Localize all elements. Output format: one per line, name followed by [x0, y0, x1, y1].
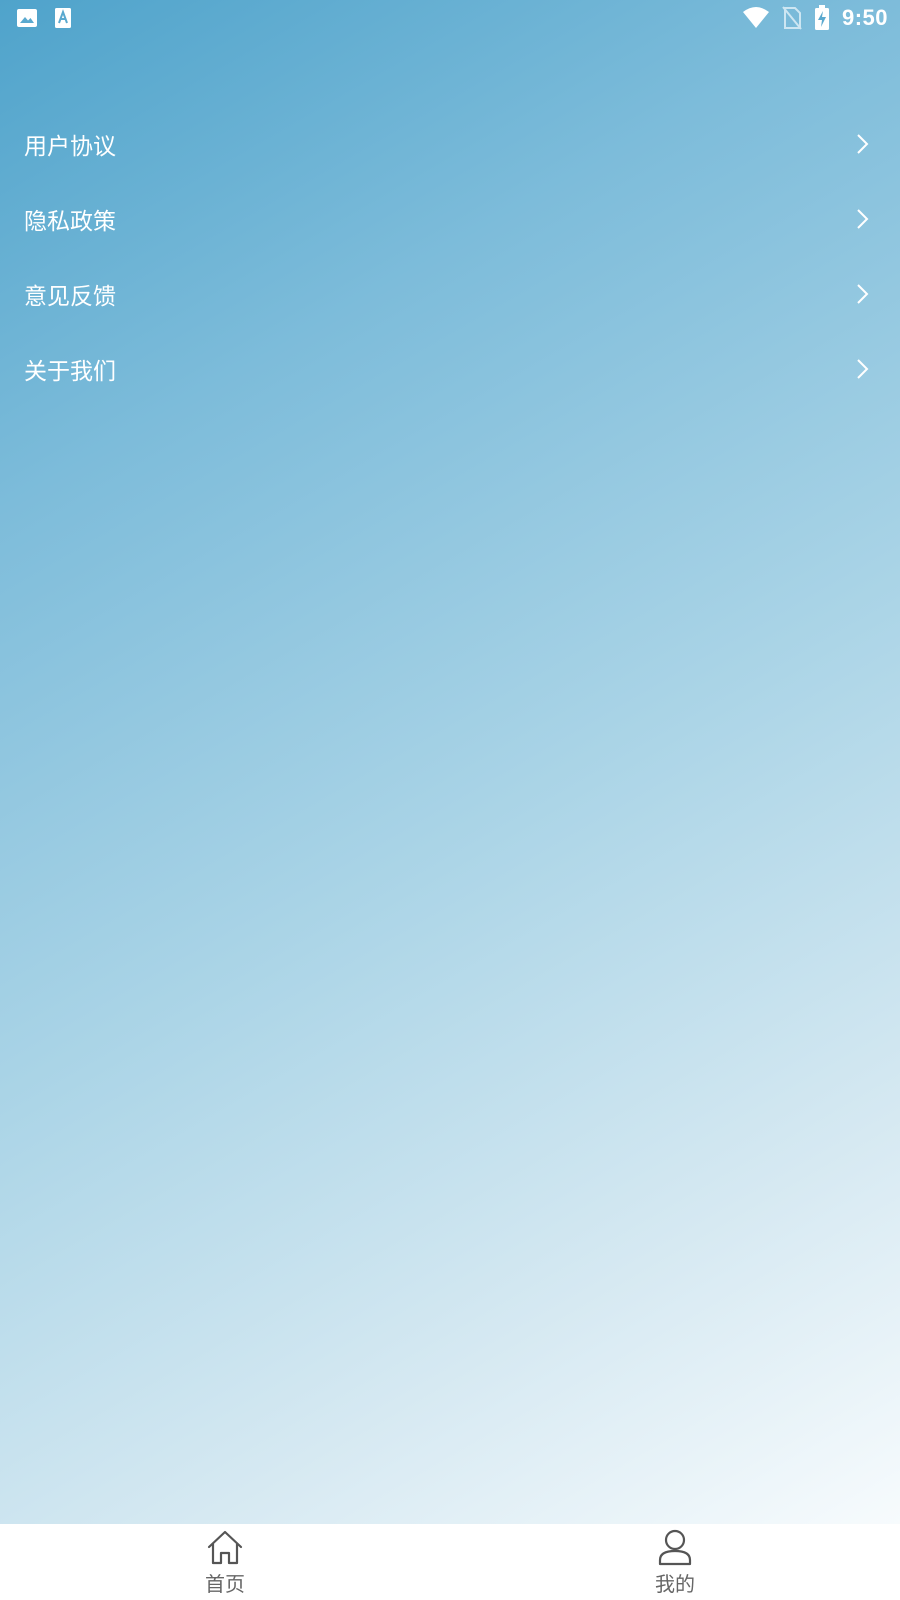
chevron-right-icon: [856, 358, 870, 380]
menu-item-label: 隐私政策: [24, 208, 116, 235]
menu-item-about-us[interactable]: 关于我们: [0, 331, 900, 406]
tab-label: 我的: [655, 1572, 695, 1596]
status-time: 9:50: [841, 5, 888, 30]
tab-home[interactable]: 首页: [165, 1524, 285, 1600]
menu-item-privacy-policy[interactable]: 隐私政策: [0, 181, 900, 256]
status-bar: 9:50: [0, 0, 900, 36]
chevron-right-icon: [856, 208, 870, 230]
chevron-right-icon: [856, 133, 870, 155]
wifi-icon: [742, 6, 770, 30]
image-icon: [16, 7, 38, 29]
status-bar-right: 9:50: [742, 5, 888, 31]
text-a-icon: [52, 7, 74, 29]
bottom-tab-bar: 首页 我的: [0, 1524, 900, 1600]
tab-label: 首页: [205, 1572, 245, 1596]
user-icon: [655, 1528, 695, 1568]
home-icon: [205, 1528, 245, 1568]
menu-item-feedback[interactable]: 意见反馈: [0, 256, 900, 331]
menu-item-label: 用户协议: [24, 133, 116, 160]
tab-mine[interactable]: 我的: [615, 1524, 735, 1600]
menu-item-label: 意见反馈: [24, 283, 116, 310]
chevron-right-icon: [856, 283, 870, 305]
status-bar-left: [16, 7, 88, 29]
app-root: 9:50 用户协议 隐私政策 意见反馈 关于我们 首页 我的: [0, 0, 900, 1600]
no-sim-icon: [782, 6, 802, 30]
menu-item-label: 关于我们: [24, 358, 116, 385]
settings-menu-list: 用户协议 隐私政策 意见反馈 关于我们: [0, 106, 900, 406]
battery-charging-icon: [814, 5, 830, 31]
menu-item-user-agreement[interactable]: 用户协议: [0, 106, 900, 181]
